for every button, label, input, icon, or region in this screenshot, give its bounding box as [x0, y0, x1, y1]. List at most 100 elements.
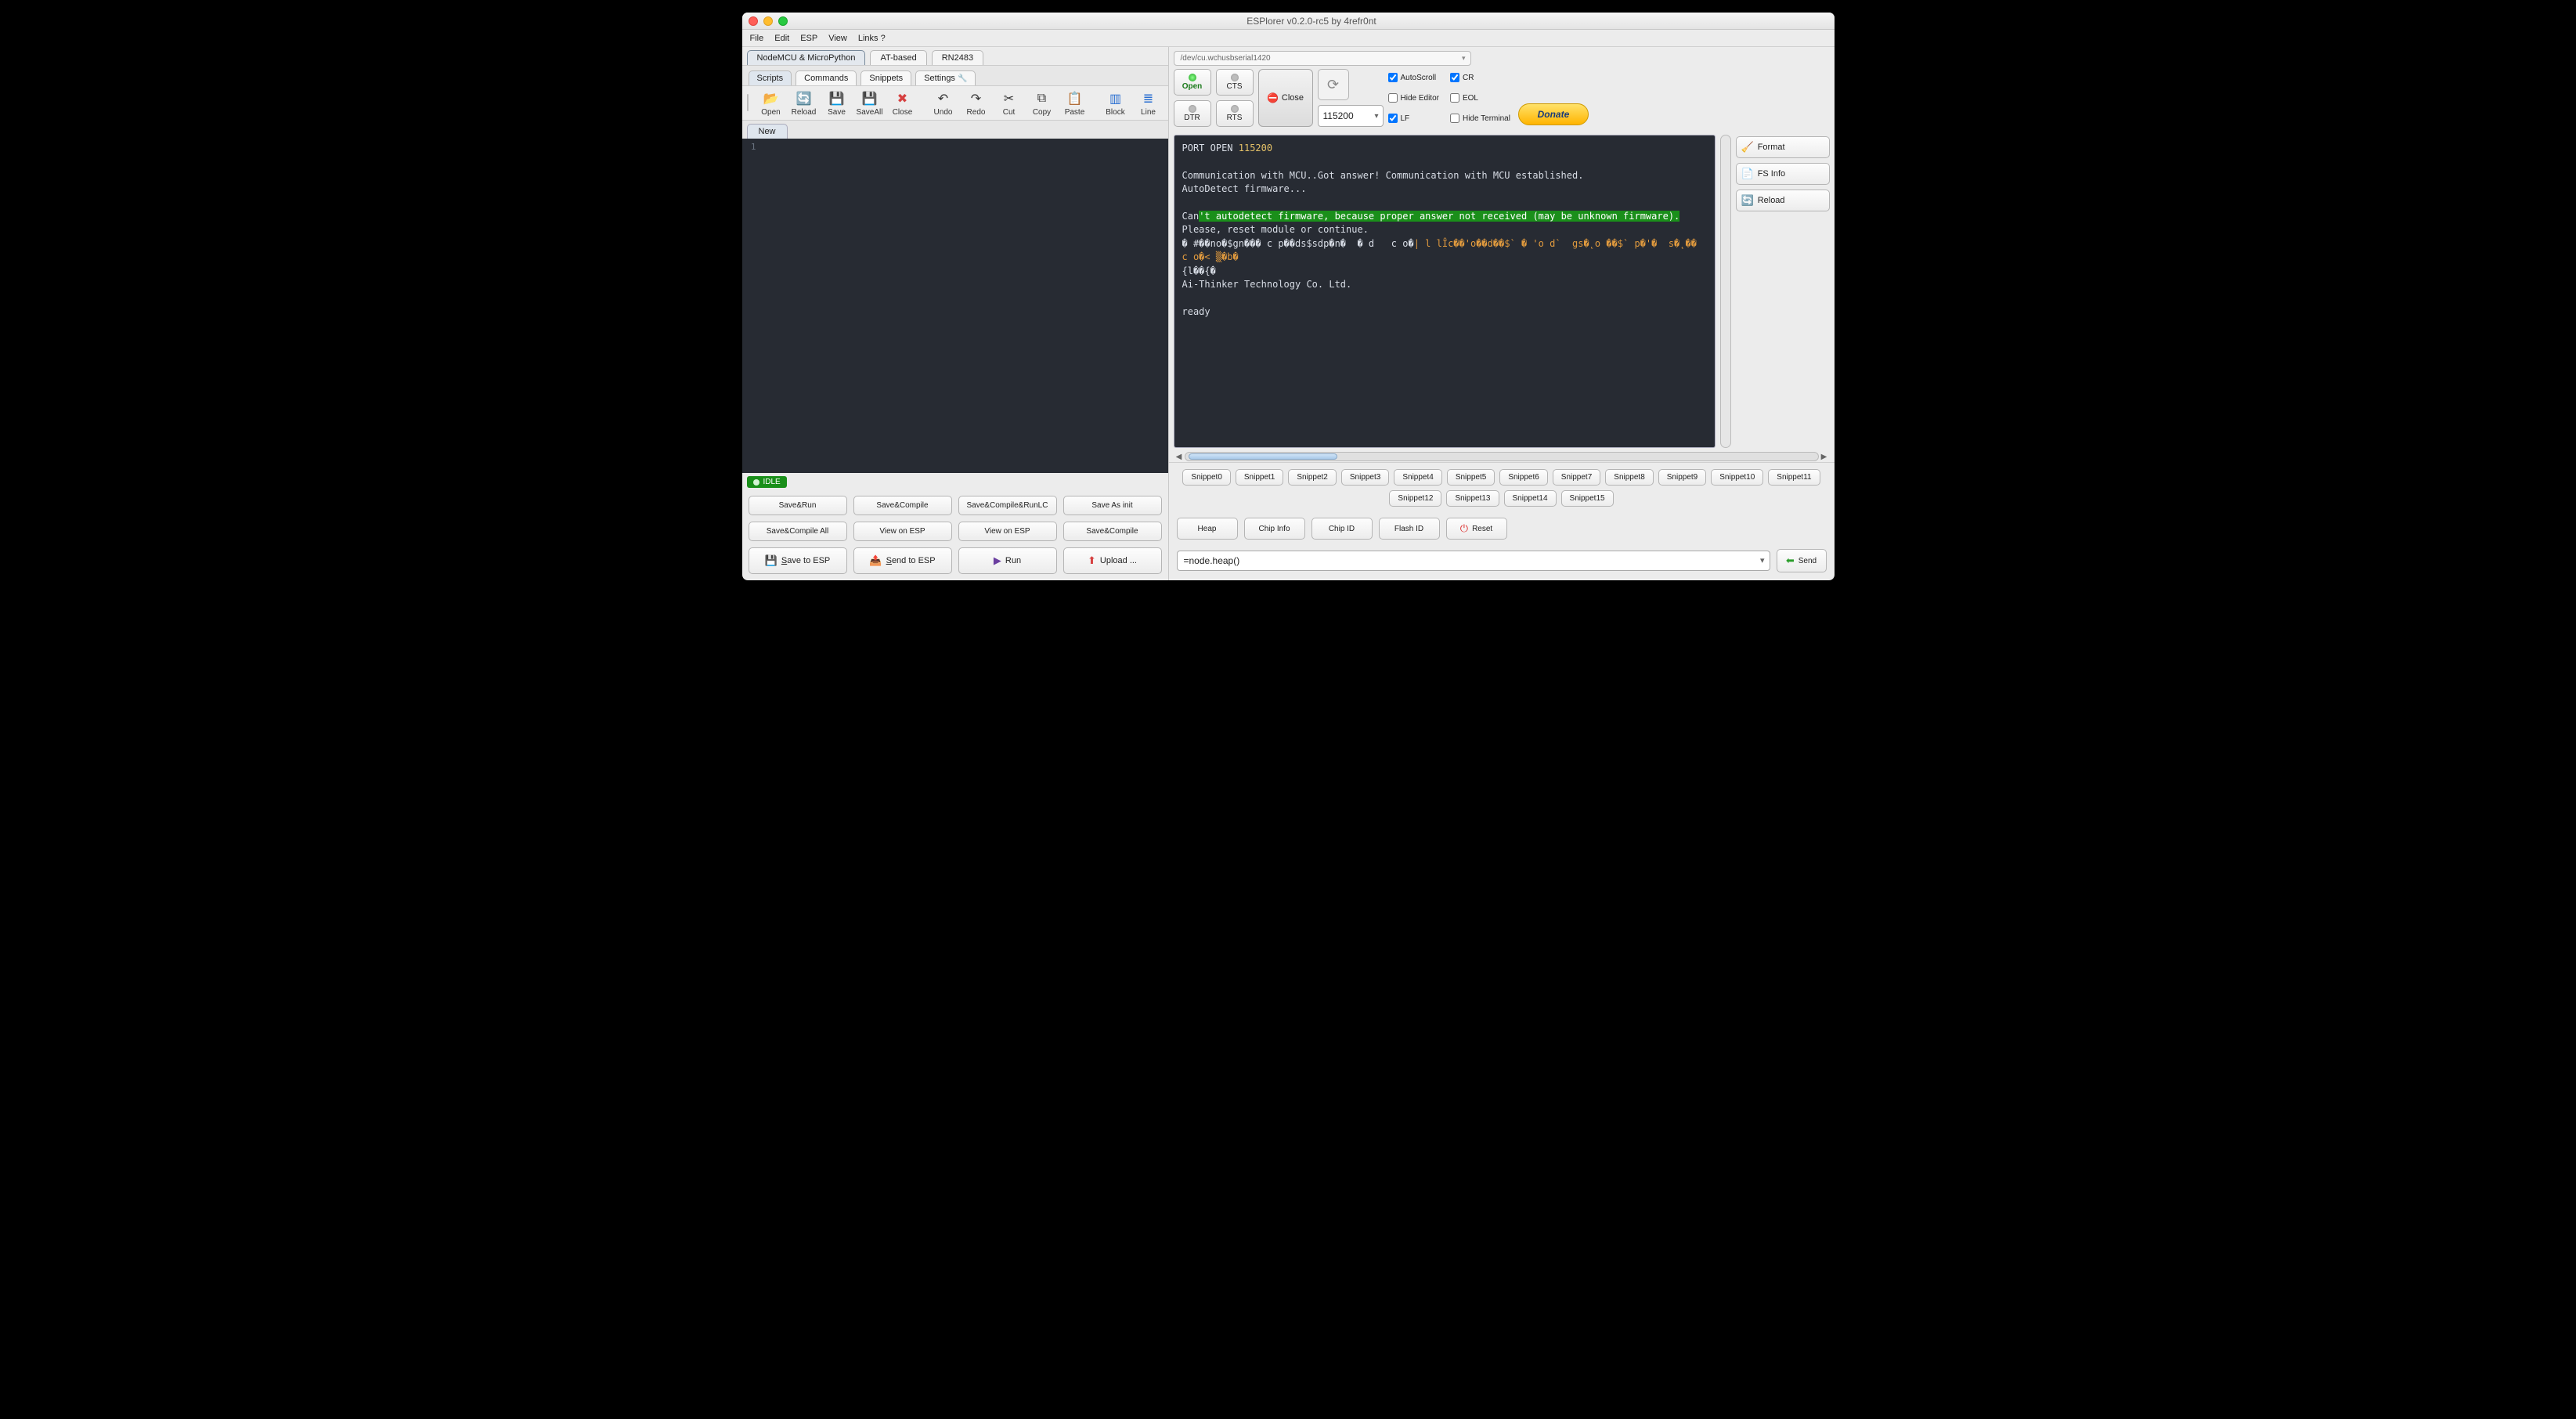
menu-view[interactable]: View [828, 34, 847, 43]
bottom-send-to-esp[interactable]: 📤Send to ESP [853, 547, 952, 574]
rts-button[interactable]: RTS [1216, 100, 1254, 127]
menubar: File Edit ESP View Links ? [742, 30, 1835, 47]
dtr-button[interactable]: DTR [1174, 100, 1211, 127]
snippet-snippet1[interactable]: Snippet1 [1236, 469, 1283, 486]
tab-settings[interactable]: Settings🔧 [915, 70, 976, 85]
chk-cr[interactable]: CR [1450, 73, 1510, 82]
terminal-scrollbar-horizontal[interactable]: ◀ ▶ [1174, 451, 1830, 462]
snippet-snippet7[interactable]: Snippet7 [1553, 469, 1600, 486]
cts-button[interactable]: CTS [1216, 69, 1254, 96]
format-icon: 🧹 [1741, 141, 1754, 153]
action-save-compile[interactable]: Save&Compile [1063, 522, 1162, 541]
action-save-compile-all[interactable]: Save&Compile All [749, 522, 847, 541]
toolbtn-redo[interactable]: ↷Redo [960, 91, 993, 117]
menu-esp[interactable]: ESP [800, 34, 817, 43]
cmd-flash-id[interactable]: Flash ID [1379, 518, 1440, 540]
snippet-snippet2[interactable]: Snippet2 [1288, 469, 1336, 486]
snippet-snippet3[interactable]: Snippet3 [1341, 469, 1389, 486]
snippet-snippet4[interactable]: Snippet4 [1394, 469, 1441, 486]
snippet-snippet10[interactable]: Snippet10 [1711, 469, 1763, 486]
action-save-run[interactable]: Save&Run [749, 496, 847, 515]
snippet-buttons: Snippet0 Snippet1 Snippet2 Snippet3 Snippet4… [1169, 462, 1835, 513]
tab-commands[interactable]: Commands [796, 70, 857, 85]
port-select[interactable]: /dev/cu.wchusbserial1420 [1174, 51, 1471, 66]
file-tab-new[interactable]: New [747, 124, 788, 139]
send-button[interactable]: ⬅ Send [1777, 549, 1827, 572]
save-to-esp-icon: 💾 [765, 554, 777, 567]
toolbtn-copy[interactable]: ⧉Copy [1026, 91, 1059, 117]
toolbtn-block[interactable]: ▥Block [1099, 91, 1132, 117]
side-reload[interactable]: 🔄Reload [1736, 190, 1830, 211]
snippet-snippet0[interactable]: Snippet0 [1182, 469, 1230, 486]
terminal-options: AutoScroll CR Hide Editor EOL LF Hide Te… [1388, 69, 1510, 127]
toolbtn-paste[interactable]: 📋Paste [1059, 91, 1091, 117]
window-close-icon[interactable] [749, 16, 758, 26]
snippet-snippet9[interactable]: Snippet9 [1658, 469, 1706, 486]
tab-at-based[interactable]: AT-based [870, 50, 926, 65]
window-zoom-icon[interactable] [778, 16, 788, 26]
tab-scripts[interactable]: Scripts [749, 70, 792, 85]
terminal-scrollbar-vertical[interactable] [1720, 135, 1731, 448]
action-view-on-esp[interactable]: View on ESP [853, 522, 952, 541]
bottom-upload----[interactable]: ⬆Upload ... [1063, 547, 1162, 574]
chk-eol[interactable]: EOL [1450, 93, 1510, 103]
snippet-snippet5[interactable]: Snippet5 [1447, 469, 1495, 486]
run-icon: ▶ [994, 554, 1001, 567]
toolbtn-saveall[interactable]: 💾SaveAll [853, 91, 886, 117]
cmd-reset[interactable]: ⏻Reset [1446, 518, 1507, 540]
snippet-snippet14[interactable]: Snippet14 [1504, 490, 1557, 507]
code-editor[interactable]: 1 [742, 139, 1168, 473]
tab-rn2483[interactable]: RN2483 [932, 50, 983, 65]
undo-icon: ↶ [936, 91, 951, 107]
side-format[interactable]: 🧹Format [1736, 136, 1830, 158]
scroll-thumb[interactable] [1189, 453, 1337, 460]
toolbtn-open[interactable]: 📂Open [755, 91, 788, 117]
donate-button[interactable]: Donate [1518, 103, 1589, 125]
snippet-snippet8[interactable]: Snippet8 [1605, 469, 1653, 486]
saveall-icon: 💾 [862, 91, 878, 107]
action-save-as-init[interactable]: Save As init [1063, 496, 1162, 515]
toolbtn-close[interactable]: ✖Close [886, 91, 919, 117]
cmd-heap[interactable]: Heap [1177, 518, 1238, 540]
bottom-save-to-esp[interactable]: 💾Save to ESP [749, 547, 847, 574]
action-view-on-esp[interactable]: View on ESP [958, 522, 1057, 541]
snippet-snippet11[interactable]: Snippet11 [1768, 469, 1820, 486]
window-minimize-icon[interactable] [763, 16, 773, 26]
tab-nodemcu[interactable]: NodeMCU & MicroPython [747, 50, 866, 65]
cmd-chip-info[interactable]: Chip Info [1244, 518, 1305, 540]
open-button[interactable]: Open [1174, 69, 1211, 96]
tab-snippets[interactable]: Snippets [860, 70, 911, 85]
toolbar-checkbox[interactable] [747, 94, 749, 111]
terminal-output[interactable]: PORT OPEN 115200 Communication with MCU.… [1174, 135, 1716, 448]
refresh-icon: ⟳ [1327, 77, 1339, 93]
toolbtn-cut[interactable]: ✂Cut [993, 91, 1026, 117]
chk-autoscroll[interactable]: AutoScroll [1388, 73, 1439, 82]
toolbtn-line[interactable]: ≣Line [1132, 91, 1165, 117]
chk-hide-terminal[interactable]: Hide Terminal [1450, 114, 1510, 123]
action-save-compile[interactable]: Save&Compile [853, 496, 952, 515]
menu-file[interactable]: File [750, 34, 764, 43]
scroll-right-icon[interactable]: ▶ [1819, 453, 1830, 461]
close-connection-button[interactable]: ⛔ Close [1258, 69, 1313, 127]
snippet-snippet13[interactable]: Snippet13 [1446, 490, 1499, 507]
chk-lf[interactable]: LF [1388, 114, 1439, 123]
toolbtn-undo[interactable]: ↶Undo [927, 91, 960, 117]
toolbtn-reload[interactable]: 🔄Reload [788, 91, 821, 117]
menu-edit[interactable]: Edit [774, 34, 789, 43]
chk-hide-editor[interactable]: Hide Editor [1388, 93, 1439, 103]
bottom-run[interactable]: ▶Run [958, 547, 1057, 574]
cmd-chip-id[interactable]: Chip ID [1311, 518, 1373, 540]
titlebar: ESPlorer v0.2.0-rc5 by 4refr0nt [742, 13, 1835, 30]
side-fs-info[interactable]: 📄FS Info [1736, 163, 1830, 185]
toolbtn-save[interactable]: 💾Save [821, 91, 853, 117]
scroll-left-icon[interactable]: ◀ [1174, 453, 1185, 461]
snippet-snippet12[interactable]: Snippet12 [1389, 490, 1441, 507]
action-save-compile-runlc[interactable]: Save&Compile&RunLC [958, 496, 1057, 515]
power-icon: ⏻ [1460, 522, 1468, 535]
menu-links[interactable]: Links ? [858, 34, 886, 43]
snippet-snippet15[interactable]: Snippet15 [1561, 490, 1614, 507]
snippet-snippet6[interactable]: Snippet6 [1499, 469, 1547, 486]
baud-select[interactable]: 115200 [1318, 105, 1384, 127]
command-input[interactable]: =node.heap() [1177, 551, 1770, 571]
refresh-ports-button[interactable]: ⟳ [1318, 69, 1349, 100]
